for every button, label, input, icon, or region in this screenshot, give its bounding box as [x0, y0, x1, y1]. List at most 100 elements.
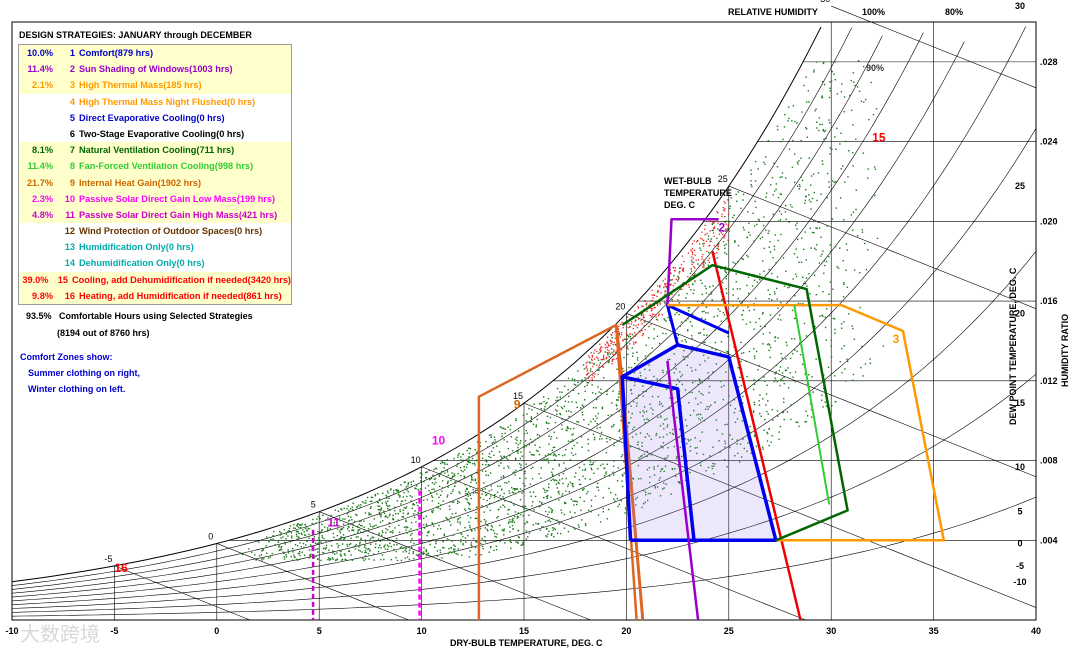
data-point: [405, 550, 408, 553]
legend-item-percent: [19, 255, 57, 271]
data-point: [681, 269, 684, 272]
data-point: [590, 499, 593, 502]
data-point: [732, 216, 734, 219]
data-point: [490, 456, 492, 459]
dew-point-tick-label: 0: [1017, 538, 1022, 548]
data-point: [606, 463, 608, 466]
data-point: [634, 320, 636, 322]
data-point: [443, 534, 446, 537]
data-point: [572, 483, 574, 485]
data-point: [526, 413, 528, 415]
data-point: [493, 549, 495, 552]
data-point: [403, 547, 405, 549]
data-point: [752, 285, 754, 287]
data-point: [687, 318, 689, 320]
zone-label: 16: [114, 561, 128, 575]
data-point: [607, 418, 609, 420]
data-point: [703, 259, 705, 261]
data-point: [813, 274, 816, 277]
data-point: [473, 462, 476, 464]
data-point: [507, 447, 510, 450]
humidity-ratio-axis-label: HUMIDITY RATIO: [1060, 313, 1070, 387]
data-point: [574, 512, 576, 514]
data-point: [831, 70, 833, 73]
legend-item-percent: 4.8%: [32, 209, 53, 220]
data-point: [588, 376, 590, 378]
data-point: [701, 231, 703, 233]
data-point: [471, 530, 473, 532]
data-point: [490, 546, 492, 549]
data-point: [808, 199, 811, 201]
data-point: [742, 258, 745, 261]
data-point: [474, 517, 476, 520]
data-point: [348, 519, 351, 521]
data-point: [589, 461, 592, 463]
data-point: [411, 507, 414, 510]
data-point: [645, 304, 648, 306]
data-point: [390, 545, 393, 548]
data-point: [427, 552, 429, 555]
data-point: [436, 493, 438, 495]
data-point: [565, 477, 567, 480]
data-point: [793, 338, 796, 340]
data-point: [628, 343, 631, 345]
data-point: [422, 524, 425, 526]
x-tick-label: 40: [1031, 626, 1041, 636]
data-point: [299, 554, 301, 557]
data-point: [498, 451, 501, 453]
data-point: [835, 148, 837, 151]
data-point: [716, 252, 718, 254]
data-point: [388, 515, 391, 517]
data-point: [742, 395, 744, 398]
data-point: [769, 293, 771, 296]
data-point: [578, 479, 581, 481]
data-point: [468, 502, 471, 505]
data-point: [535, 449, 538, 452]
data-point: [644, 355, 647, 357]
data-point: [346, 545, 349, 547]
data-point: [870, 196, 873, 199]
data-point: [735, 281, 737, 283]
data-point: [672, 284, 674, 287]
data-point: [468, 504, 471, 506]
data-point: [543, 400, 545, 403]
data-point: [540, 467, 542, 469]
data-point: [547, 458, 549, 460]
data-point: [633, 335, 635, 337]
data-point: [570, 440, 572, 443]
data-point: [654, 307, 656, 309]
data-point: [822, 290, 824, 293]
data-point: [272, 538, 274, 540]
data-point: [439, 472, 442, 474]
data-point: [468, 456, 470, 458]
data-point: [563, 462, 565, 464]
data-point: [657, 291, 659, 293]
data-point: [740, 207, 742, 210]
legend-item-percent: [19, 239, 57, 255]
data-point: [509, 428, 511, 431]
data-point: [439, 549, 441, 551]
data-point: [567, 389, 569, 391]
data-point: [612, 474, 615, 476]
data-point: [463, 466, 466, 468]
data-point: [470, 479, 473, 481]
data-point: [280, 549, 283, 551]
data-point: [678, 302, 681, 304]
data-point: [676, 311, 678, 314]
data-point: [763, 247, 765, 250]
data-point: [397, 491, 400, 494]
data-point: [555, 479, 558, 482]
data-point: [855, 189, 857, 191]
data-point: [447, 494, 449, 496]
data-point: [777, 220, 780, 222]
data-point: [749, 234, 751, 236]
data-point: [747, 276, 750, 279]
data-point: [857, 60, 860, 62]
data-point: [815, 61, 818, 63]
data-point: [474, 546, 477, 549]
data-point: [776, 276, 779, 278]
data-point: [820, 193, 822, 195]
data-point: [412, 503, 414, 506]
data-point: [446, 459, 448, 461]
data-point: [532, 466, 534, 468]
